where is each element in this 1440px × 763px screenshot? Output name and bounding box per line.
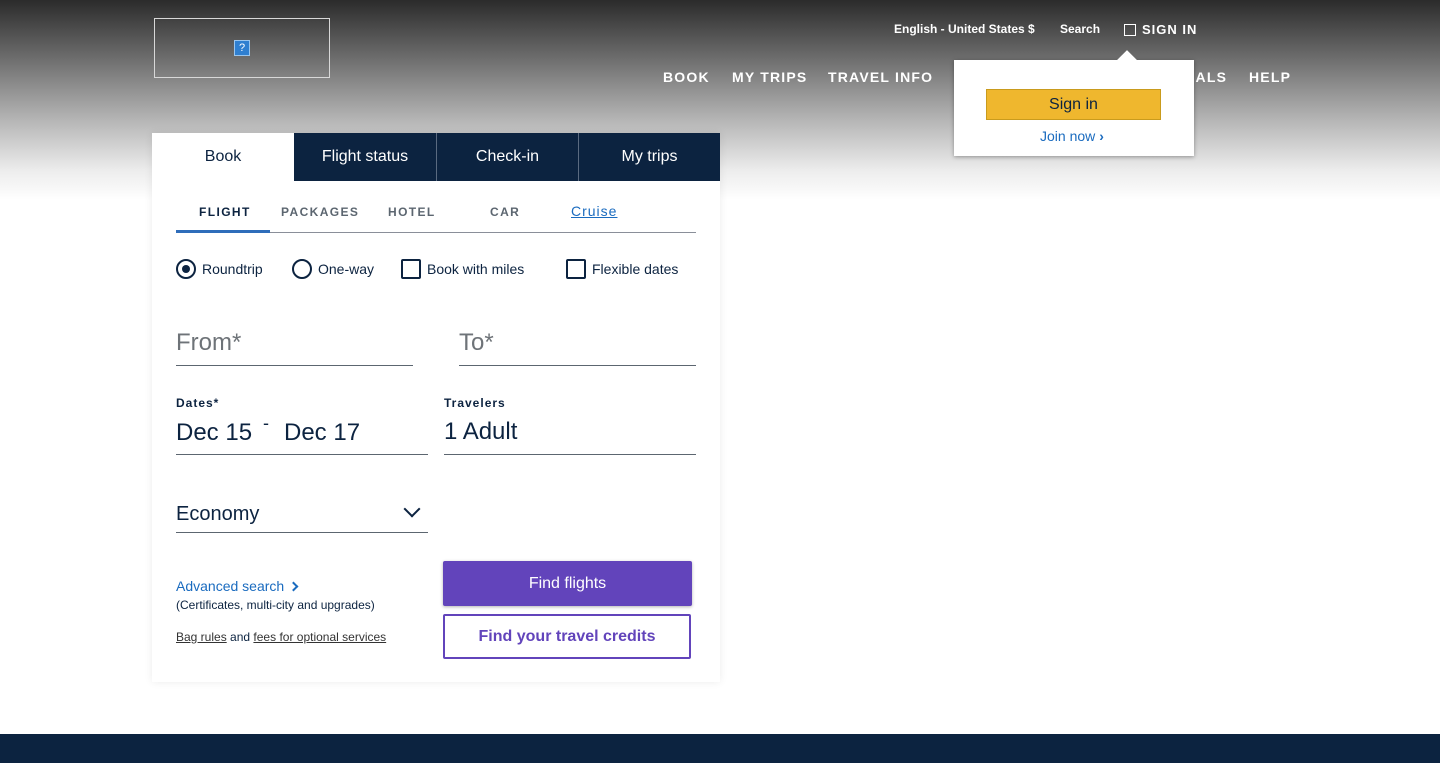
footer-bar bbox=[0, 734, 1440, 763]
book-with-miles-label: Book with miles bbox=[427, 261, 525, 277]
from-input-underline bbox=[176, 365, 413, 366]
date-separator: - bbox=[263, 413, 269, 433]
sign-in-popover: Sign in Join now › bbox=[954, 50, 1194, 156]
tab-check-in[interactable]: Check-in bbox=[436, 133, 578, 181]
join-now-link[interactable]: Join now › bbox=[1040, 128, 1104, 144]
date-start[interactable]: Dec 15 bbox=[176, 419, 252, 447]
subtab-car[interactable]: CAR bbox=[490, 205, 520, 219]
to-input[interactable]: To* bbox=[459, 329, 494, 357]
tab-my-trips[interactable]: My trips bbox=[578, 133, 720, 181]
to-input-underline bbox=[459, 365, 696, 366]
travelers-input[interactable]: 1 Adult bbox=[444, 418, 517, 446]
subtab-hotel[interactable]: HOTEL bbox=[388, 205, 436, 219]
tab-book[interactable]: Book bbox=[152, 133, 294, 181]
cabin-value: Economy bbox=[176, 503, 260, 525]
chevron-down-icon bbox=[403, 500, 421, 518]
join-now-label: Join now bbox=[1040, 128, 1096, 144]
roundtrip-label: Roundtrip bbox=[202, 261, 263, 277]
dates-label: Dates* bbox=[176, 396, 220, 410]
oneway-label: One-way bbox=[318, 261, 375, 277]
nav-my-trips[interactable]: MY TRIPS bbox=[732, 69, 807, 85]
subtab-flight[interactable]: FLIGHT bbox=[199, 205, 251, 219]
flexible-dates-checkbox[interactable] bbox=[566, 259, 586, 279]
booking-tabs: Book Flight status Check-in My trips bbox=[152, 133, 720, 181]
roundtrip-option[interactable]: Roundtrip bbox=[176, 259, 263, 279]
cabin-select[interactable]: Economy bbox=[176, 497, 428, 533]
date-end[interactable]: Dec 17 bbox=[284, 419, 360, 447]
advanced-search-subtext: (Certificates, multi-city and upgrades) bbox=[176, 598, 375, 612]
book-with-miles-option[interactable]: Book with miles bbox=[401, 259, 524, 279]
optional-fees-link[interactable]: fees for optional services bbox=[253, 630, 386, 644]
flexible-dates-label: Flexible dates bbox=[592, 261, 679, 277]
nav-travel-info[interactable]: TRAVEL INFO bbox=[828, 69, 933, 85]
from-input[interactable]: From* bbox=[176, 329, 241, 357]
flexible-dates-option[interactable]: Flexible dates bbox=[566, 259, 678, 279]
booking-subtabs: FLIGHT PACKAGES HOTEL CAR Cruise bbox=[176, 203, 696, 233]
chevron-right-icon: › bbox=[1099, 128, 1104, 144]
advanced-search-label: Advanced search bbox=[176, 578, 285, 594]
bag-rules-link[interactable]: Bag rules bbox=[176, 630, 227, 644]
find-travel-credits-button[interactable]: Find your travel credits bbox=[443, 614, 691, 659]
popover-sign-in-button[interactable]: Sign in bbox=[986, 89, 1161, 120]
oneway-option[interactable]: One-way bbox=[292, 259, 374, 279]
tab-flight-status[interactable]: Flight status bbox=[294, 133, 436, 181]
chevron-right-icon bbox=[288, 581, 299, 592]
subtab-packages[interactable]: PACKAGES bbox=[281, 205, 359, 219]
dates-underline bbox=[176, 454, 428, 455]
nav-help[interactable]: HELP bbox=[1249, 69, 1291, 85]
broken-image-icon: ? bbox=[234, 40, 250, 56]
travelers-underline bbox=[444, 454, 696, 455]
utility-bar: English - United States $ Search SIGN IN bbox=[0, 22, 1440, 40]
oneway-radio[interactable] bbox=[292, 259, 312, 279]
find-flights-button[interactable]: Find flights bbox=[443, 561, 692, 606]
sign-in-label: SIGN IN bbox=[1142, 22, 1198, 37]
roundtrip-radio[interactable] bbox=[176, 259, 196, 279]
and-text: and bbox=[230, 630, 251, 644]
travelers-label: Travelers bbox=[444, 396, 506, 410]
nav-book[interactable]: BOOK bbox=[663, 69, 710, 85]
subtab-cruise[interactable]: Cruise bbox=[571, 203, 617, 219]
bag-fees-text: Bag rules and fees for optional services bbox=[176, 630, 386, 644]
active-subtab-indicator bbox=[176, 230, 270, 233]
advanced-search-link[interactable]: Advanced search bbox=[176, 578, 299, 594]
user-icon bbox=[1124, 23, 1136, 36]
language-selector[interactable]: English - United States $ bbox=[894, 22, 1035, 36]
sign-in-link[interactable]: SIGN IN bbox=[1124, 22, 1197, 37]
booking-widget: Book Flight status Check-in My trips FLI… bbox=[152, 133, 720, 682]
book-with-miles-checkbox[interactable] bbox=[401, 259, 421, 279]
search-link[interactable]: Search bbox=[1060, 22, 1100, 36]
